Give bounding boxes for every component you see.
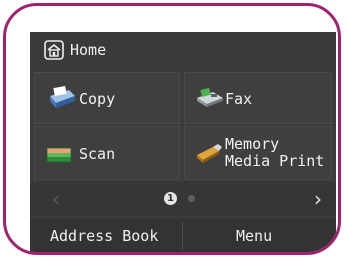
copy-button[interactable]: Copy [34, 72, 180, 124]
page-dot [188, 195, 195, 202]
scan-icon [46, 147, 72, 163]
header-bar: Home [30, 32, 336, 70]
address-book-button[interactable]: Address Book [50, 228, 158, 244]
menu-button[interactable]: Menu [236, 228, 272, 244]
memory-media-icon [197, 144, 222, 163]
panel-screen: Home Copy Fax Scan Memory Media Print ‹ … [30, 32, 336, 252]
scan-label: Scan [79, 145, 116, 163]
page-dot-active: 1 [164, 192, 177, 205]
scan-button[interactable]: Scan [34, 126, 180, 180]
fax-button[interactable]: Fax [184, 72, 332, 124]
page-title: Home [70, 41, 107, 59]
copy-icon [50, 86, 75, 108]
highlight-frame: Home Copy Fax Scan Memory Media Print ‹ … [3, 3, 341, 255]
memory-media-print-button[interactable]: Memory Media Print [184, 126, 332, 180]
footer-divider [182, 222, 183, 250]
fax-icon [197, 87, 223, 107]
chevron-right-icon[interactable]: › [314, 189, 322, 209]
memory-media-label-line1: Memory [225, 135, 280, 153]
page-indicator-bar: ‹ 1 › [30, 182, 336, 216]
fax-label: Fax [225, 90, 253, 108]
memory-media-label-line2: Media Print [225, 152, 325, 170]
copy-label: Copy [79, 90, 116, 108]
home-icon[interactable] [44, 40, 64, 60]
footer-bar: Address Book Menu [30, 218, 336, 252]
chevron-left-icon: ‹ [52, 187, 60, 211]
